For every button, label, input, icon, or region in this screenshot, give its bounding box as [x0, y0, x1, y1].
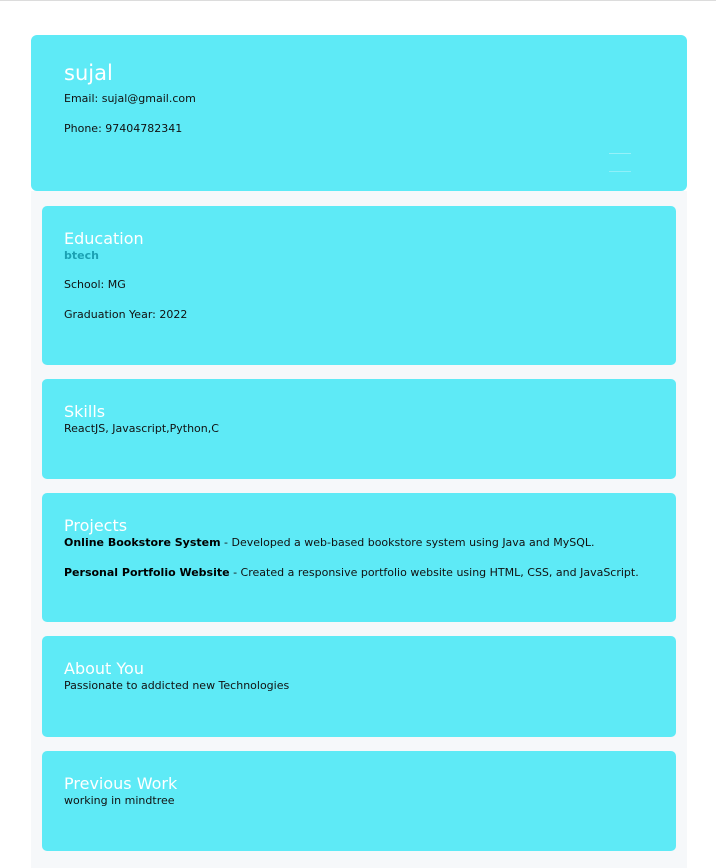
education-title: Education [64, 229, 144, 248]
skills-section: Skills ReactJS, Javascript,Python,C [42, 379, 676, 479]
profile-header: sujal Email: sujal@gmail.com Phone: 9740… [31, 35, 687, 191]
faint-divider [609, 171, 631, 172]
skills-title: Skills [64, 402, 106, 421]
profile-name: sujal [64, 61, 113, 85]
about-title: About You [64, 659, 144, 678]
education-degree: btech [64, 249, 99, 262]
about-section: About You Passionate to addicted new Tec… [42, 636, 676, 737]
education-school: School: MG [64, 278, 126, 291]
faint-divider [609, 153, 631, 154]
education-section: Education btech School: MG Graduation Ye… [42, 206, 676, 365]
profile-phone: Phone: 97404782341 [64, 122, 183, 135]
profile-email: Email: sujal@gmail.com [64, 92, 196, 105]
resume-page: sujal Email: sujal@gmail.com Phone: 9740… [31, 35, 687, 868]
sections-container: Education btech School: MG Graduation Ye… [31, 191, 687, 868]
previous-work-text: working in mindtree [64, 794, 175, 807]
about-text: Passionate to addicted new Technologies [64, 679, 290, 692]
previous-work-title: Previous Work [64, 774, 178, 793]
previous-work-section: Previous Work working in mindtree [42, 751, 676, 851]
project-item: Online Bookstore System - Developed a we… [64, 537, 676, 549]
project-description: - Developed a web-based bookstore system… [220, 536, 595, 549]
project-description: - Created a responsive portfolio website… [229, 566, 639, 579]
project-item: Personal Portfolio Website - Created a r… [64, 567, 676, 579]
top-border [0, 0, 716, 1]
project-name: Online Bookstore System [64, 536, 221, 549]
projects-section: Projects Online Bookstore System - Devel… [42, 493, 676, 622]
education-graduation-year: Graduation Year: 2022 [64, 308, 188, 321]
projects-title: Projects [64, 516, 128, 535]
skills-text: ReactJS, Javascript,Python,C [64, 422, 219, 435]
project-name: Personal Portfolio Website [64, 566, 230, 579]
